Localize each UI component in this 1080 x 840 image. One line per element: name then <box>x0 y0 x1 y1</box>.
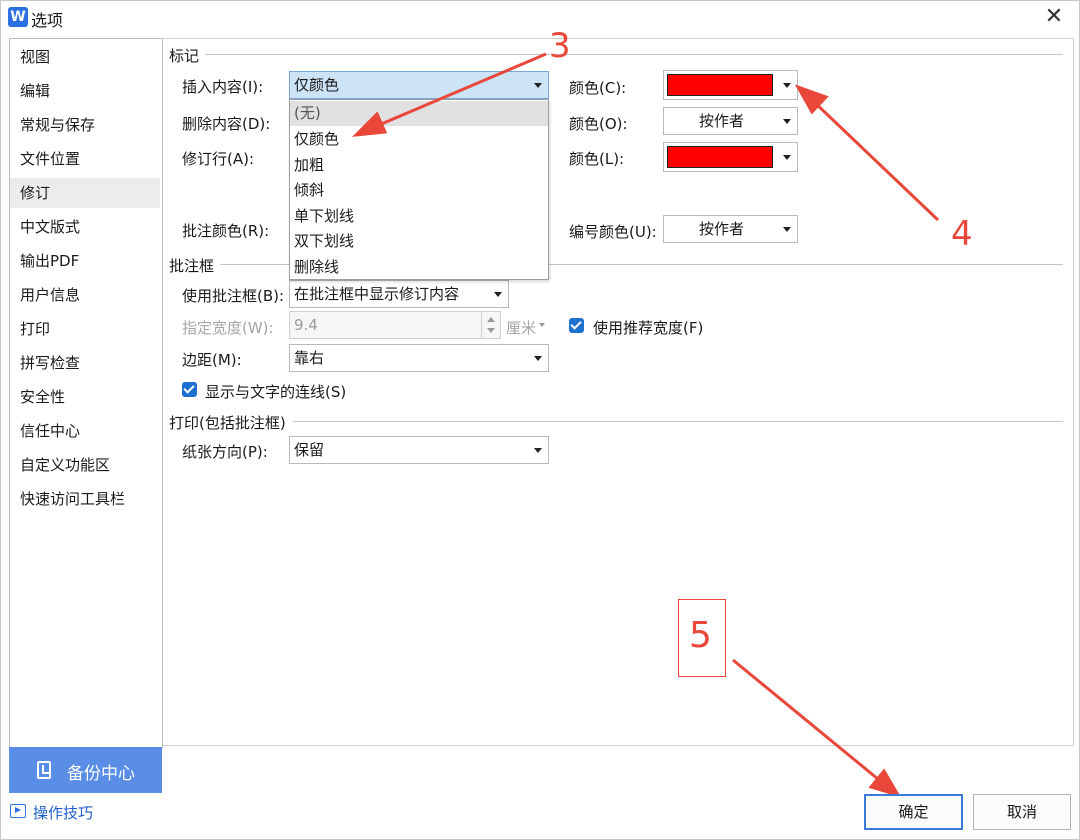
arrow-3-head <box>351 111 388 137</box>
arrow-4-line <box>810 98 940 222</box>
arrow-3-line <box>371 52 547 130</box>
arrow-5-head <box>868 768 902 798</box>
cancel-button[interactable]: 取消 <box>973 794 1071 830</box>
annotation-number-4: 4 <box>951 214 973 254</box>
annotation-box-5: 5 <box>678 599 726 677</box>
annotation-arrows <box>351 52 940 798</box>
arrow-5-line <box>732 658 885 786</box>
annotation-number-5: 5 <box>689 615 712 656</box>
annotation-number-3: 3 <box>549 26 571 66</box>
ok-button[interactable]: 确定 <box>864 794 963 830</box>
